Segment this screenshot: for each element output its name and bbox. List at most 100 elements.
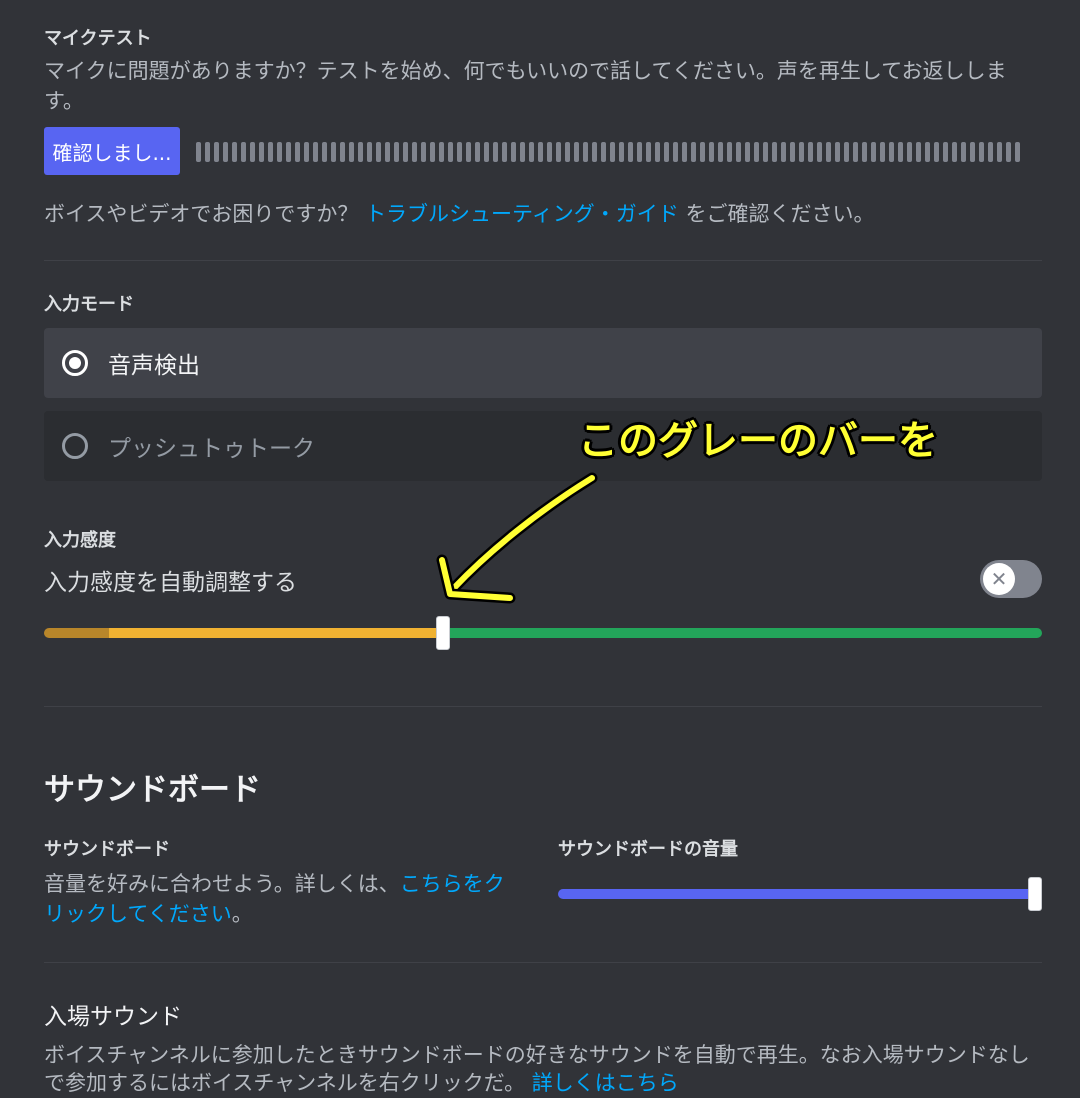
troubleshoot-link[interactable]: トラブルシューティング・ガイド bbox=[365, 202, 679, 226]
meter-tick bbox=[754, 142, 759, 162]
auto-sensitivity-toggle[interactable]: ✕ bbox=[980, 560, 1042, 598]
divider bbox=[44, 260, 1042, 261]
entrance-sound-description-line2: で参加するにはボイスチャンネルを右クリックだ。 詳しくはこちら bbox=[44, 1068, 679, 1098]
meter-tick bbox=[250, 142, 255, 162]
meter-tick bbox=[538, 142, 543, 162]
sensitivity-slider-handle[interactable] bbox=[436, 616, 450, 650]
meter-tick bbox=[520, 142, 525, 162]
meter-tick bbox=[619, 142, 624, 162]
meter-tick bbox=[592, 142, 597, 162]
meter-tick bbox=[808, 142, 813, 162]
meter-tick bbox=[565, 142, 570, 162]
above-threshold-bar bbox=[443, 628, 1042, 638]
meter-tick bbox=[286, 142, 291, 162]
meter-tick bbox=[826, 142, 831, 162]
meter-tick bbox=[1006, 142, 1011, 162]
volume-fill-bar bbox=[558, 889, 1035, 899]
meter-tick bbox=[547, 142, 552, 162]
entrance-sound-link[interactable]: 詳しくはこちら bbox=[532, 1071, 679, 1095]
annotation-text: このグレーのバーを bbox=[578, 418, 938, 464]
meter-tick bbox=[304, 142, 309, 162]
input-sensitivity-slider[interactable] bbox=[44, 614, 1042, 652]
meter-tick bbox=[799, 142, 804, 162]
meter-tick bbox=[583, 142, 588, 162]
meter-tick bbox=[475, 142, 480, 162]
meter-tick bbox=[790, 142, 795, 162]
mic-test-title: マイクテスト bbox=[44, 28, 152, 49]
meter-tick bbox=[997, 142, 1002, 162]
mic-level-meter bbox=[196, 142, 1038, 162]
meter-tick bbox=[448, 142, 453, 162]
input-mode-voice-activity[interactable]: 音声検出 bbox=[44, 328, 1042, 398]
soundboard-label: サウンドボード bbox=[44, 839, 170, 860]
meter-tick bbox=[457, 142, 462, 162]
soundboard-volume-label: サウンドボードの音量 bbox=[558, 839, 738, 860]
meter-tick bbox=[835, 142, 840, 162]
meter-tick bbox=[952, 142, 957, 162]
meter-tick bbox=[502, 142, 507, 162]
meter-tick bbox=[349, 142, 354, 162]
meter-tick bbox=[691, 142, 696, 162]
input-mode-option-label: プッシュトゥトーク bbox=[108, 436, 315, 462]
meter-tick bbox=[718, 142, 723, 162]
meter-tick bbox=[529, 142, 534, 162]
meter-tick bbox=[511, 142, 516, 162]
meter-tick bbox=[880, 142, 885, 162]
input-sensitivity-title: 入力感度 bbox=[44, 530, 116, 551]
meter-tick bbox=[610, 142, 615, 162]
meter-tick bbox=[367, 142, 372, 162]
meter-tick bbox=[673, 142, 678, 162]
meter-tick bbox=[916, 142, 921, 162]
meter-tick bbox=[943, 142, 948, 162]
meter-tick bbox=[1015, 142, 1020, 162]
soundboard-desc-suffix: 。 bbox=[231, 902, 253, 926]
meter-tick bbox=[403, 142, 408, 162]
mic-test-button[interactable]: 確認しまし... bbox=[44, 127, 180, 175]
meter-tick bbox=[574, 142, 579, 162]
meter-tick bbox=[781, 142, 786, 162]
meter-tick bbox=[772, 142, 777, 162]
input-mode-option-label: 音声検出 bbox=[108, 353, 200, 379]
meter-tick bbox=[421, 142, 426, 162]
soundboard-desc-prefix: 音量を好みに合わせよう。詳しくは、 bbox=[44, 872, 400, 896]
meter-tick bbox=[340, 142, 345, 162]
meter-tick bbox=[655, 142, 660, 162]
soundboard-description: 音量を好みに合わせよう。詳しくは、こちらをクリックしてください。 bbox=[44, 869, 524, 929]
meter-tick bbox=[862, 142, 867, 162]
meter-tick bbox=[817, 142, 822, 162]
entrance-sound-description-line1: ボイスチャンネルに参加したときサウンドボードの好きなサウンドを自動で再生。なお入… bbox=[44, 1043, 1030, 1067]
meter-tick bbox=[664, 142, 669, 162]
entrance-desc-text: で参加するにはボイスチャンネルを右クリックだ。 bbox=[44, 1071, 526, 1095]
input-mode-title: 入力モード bbox=[44, 294, 134, 315]
meter-tick bbox=[682, 142, 687, 162]
below-threshold-bar bbox=[109, 628, 443, 638]
meter-tick bbox=[700, 142, 705, 162]
meter-tick bbox=[493, 142, 498, 162]
meter-tick bbox=[466, 142, 471, 162]
meter-tick bbox=[322, 142, 327, 162]
meter-tick bbox=[394, 142, 399, 162]
meter-tick bbox=[979, 142, 984, 162]
radio-unselected-icon bbox=[62, 433, 88, 459]
volume-slider-handle[interactable] bbox=[1028, 877, 1042, 911]
meter-tick bbox=[853, 142, 858, 162]
soundboard-volume-slider[interactable] bbox=[558, 876, 1042, 912]
troubleshoot-prefix: ボイスやビデオでお困りですか？ bbox=[44, 202, 359, 226]
meter-tick bbox=[376, 142, 381, 162]
meter-tick bbox=[961, 142, 966, 162]
auto-sensitivity-label: 入力感度を自動調整する bbox=[44, 570, 297, 596]
meter-tick bbox=[241, 142, 246, 162]
entrance-sound-title: 入場サウンド bbox=[44, 1004, 182, 1030]
meter-tick bbox=[556, 142, 561, 162]
meter-tick bbox=[439, 142, 444, 162]
meter-tick bbox=[637, 142, 642, 162]
meter-tick bbox=[214, 142, 219, 162]
meter-tick bbox=[259, 142, 264, 162]
troubleshoot-text: ボイスやビデオでお困りですか？ トラブルシューティング・ガイド をご確認ください… bbox=[44, 199, 875, 229]
troubleshoot-suffix: をご確認ください。 bbox=[685, 202, 875, 226]
divider bbox=[44, 706, 1042, 707]
meter-tick bbox=[970, 142, 975, 162]
meter-tick bbox=[196, 142, 201, 162]
close-icon: ✕ bbox=[983, 563, 1015, 595]
meter-tick bbox=[736, 142, 741, 162]
